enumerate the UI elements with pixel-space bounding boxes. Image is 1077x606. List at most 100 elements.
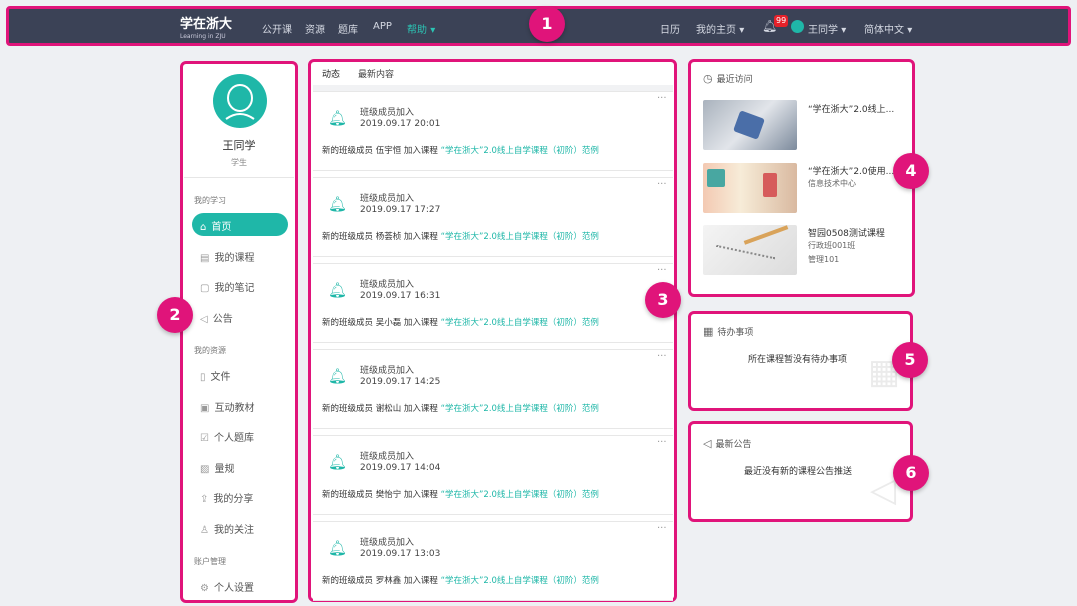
sidebar-item-announcements[interactable]: ◁ 公告 [200,310,233,325]
announcement-title: ◁ 最新公告 [703,437,751,450]
sidebar-item-settings[interactable]: ⚙ 个人设置 [200,579,254,594]
sidebar-item-rubrics[interactable]: ▨ 量规 [200,460,234,475]
logo-text: 学在浙大 [180,17,233,32]
nav-question-bank[interactable]: 题库 [338,21,358,36]
course-thumbnail[interactable] [703,163,797,213]
nav-my-home[interactable]: 我的主页 ▾ [696,21,744,36]
callout-1: 1 [529,6,565,42]
recent-item-subtitle: 管理101 [808,255,840,264]
section-account: 账户管理 [194,557,226,566]
feed-card[interactable] [313,177,673,257]
chevron-down-icon: ▾ [907,25,913,36]
quiz-icon: ☑ [200,433,209,444]
course-link[interactable]: “学在浙大”2.0线上自学课程（初阶）范例 [441,318,599,328]
more-options-icon[interactable]: ··· [657,265,667,276]
feed-card-title: 班级成员加入 [360,538,415,548]
sidebar-item-label: 我的课程 [214,253,255,264]
sidebar-item-label: 文件 [210,372,231,383]
nav-user-menu[interactable]: 王同学 ▾ [808,21,846,36]
feed-card-title: 班级成员加入 [360,452,415,462]
sidebar-item-my-follows[interactable]: ♙ 我的关注 [200,521,254,536]
recent-item-subtitle: 信息技术中心 [808,179,856,188]
decorative-shape [763,173,777,197]
course-link[interactable]: “学在浙大”2.0线上自学课程（初阶）范例 [441,490,599,500]
chevron-down-icon: ▾ [739,25,745,36]
sidebar-item-label: 量规 [214,464,235,475]
nav-user-name: 王同学 [808,25,838,36]
user-avatar[interactable] [791,20,804,33]
logo[interactable]: 学在浙大 Learning in ZJU [180,13,232,40]
decorative-shape [714,244,776,266]
megaphone-watermark-icon: ◁ [870,470,897,510]
more-options-icon[interactable]: ··· [657,523,667,534]
course-thumbnail[interactable] [703,225,797,275]
course-link[interactable]: “学在浙大”2.0线上自学课程（初阶）范例 [441,576,599,586]
sidebar-item-my-shares[interactable]: ⇪ 我的分享 [200,490,253,505]
course-link[interactable]: “学在浙大”2.0线上自学课程（初阶）范例 [441,404,599,414]
user-icon [225,84,255,120]
feed-card-description: 新的班级成员 谢松山 加入课程 “学在浙大”2.0线上自学课程（初阶）范例 [322,402,599,414]
sidebar-item-interactive-textbooks[interactable]: ▣ 互动教材 [200,399,254,414]
course-link[interactable]: “学在浙大”2.0线上自学课程（初阶）范例 [441,232,599,242]
tab-activity[interactable]: 动态 [322,67,340,80]
more-options-icon[interactable]: ··· [657,179,667,190]
sidebar-item-files[interactable]: ▯ 文件 [200,368,231,383]
gear-icon: ⚙ [200,583,209,594]
bell-icon: 🔔︎ [328,539,348,557]
megaphone-icon: ◁ [200,314,208,325]
nav-public-courses[interactable]: 公开课 [262,21,292,36]
feed-card-title: 班级成员加入 [360,194,415,204]
course-thumbnail[interactable] [703,100,797,150]
feed-card-description: 新的班级成员 杨荟桢 加入课程 “学在浙大”2.0线上自学课程（初阶）范例 [322,230,599,242]
sidebar-item-my-notes[interactable]: ▢ 我的笔记 [200,279,254,294]
decorative-shape [743,225,789,245]
feed-card-text: 新的班级成员 吴小磊 加入课程 [322,318,438,328]
sidebar-item-label: 公告 [212,314,233,325]
callout-3: 3 [645,282,681,318]
todo-empty-message: 所在课程暂没有待办事项 [748,355,848,365]
feed-card-time: 2019.09.17 16:31 [360,291,441,301]
calendar-icon: ▦ [703,325,714,338]
book-icon: ▤ [200,253,210,264]
bell-icon: 🔔︎ [328,453,348,471]
note-icon: ▢ [200,283,210,294]
nav-help[interactable]: 帮助 ▾ [407,21,435,36]
nav-language[interactable]: 简体中文 ▾ [864,21,912,36]
sidebar-item-label: 个人题库 [213,433,254,444]
profile-avatar[interactable] [213,74,267,128]
sidebar-item-my-courses[interactable]: ▤ 我的课程 [200,249,254,264]
sidebar-item-label: 首页 [211,222,232,233]
more-options-icon[interactable]: ··· [657,93,667,104]
more-options-icon[interactable]: ··· [657,437,667,448]
course-link[interactable]: “学在浙大”2.0线上自学课程（初阶）范例 [441,146,599,156]
recent-visits-label: 最近访问 [716,75,753,85]
clock-icon: ◷ [703,72,713,85]
feed-card[interactable] [313,349,673,429]
callout-6: 6 [893,455,929,491]
bell-icon: 🔔︎ [328,281,348,299]
nav-resources[interactable]: 资源 [305,21,325,36]
todo-label: 待办事项 [717,328,754,338]
sidebar-item-question-bank[interactable]: ☑ 个人题库 [200,429,254,444]
recent-item-title[interactable]: “学在浙大”2.0使用... [808,164,894,177]
recent-item-title[interactable]: 智园0508测试课程 [808,226,885,239]
tab-latest-content[interactable]: 最新内容 [358,67,394,80]
todo-title: ▦ 待办事项 [703,325,753,338]
recent-visits-title: ◷ 最近访问 [703,72,753,85]
bell-icon: 🔔︎ [328,109,348,127]
sidebar-item-home[interactable]: ⌂ 首页 [200,218,231,233]
nav-calendar[interactable]: 日历 [660,21,680,36]
feed-card[interactable] [313,263,673,343]
recent-item-title[interactable]: “学在浙大”2.0线上... [808,102,894,115]
feed-card[interactable] [313,91,673,171]
feed-card[interactable] [313,435,673,515]
more-options-icon[interactable]: ··· [657,351,667,362]
feed-card-time: 2019.09.17 17:27 [360,205,441,215]
nav-help-label: 帮助 [407,25,427,36]
profile-name: 王同学 [222,139,256,152]
nav-app[interactable]: APP [373,21,392,32]
feed-card-description: 新的班级成员 吴小磊 加入课程 “学在浙大”2.0线上自学课程（初阶）范例 [322,316,599,328]
feed-card-text: 新的班级成员 樊怡宁 加入课程 [322,490,438,500]
feed-card-time: 2019.09.17 13:03 [360,549,441,559]
feed-card[interactable] [313,521,673,601]
